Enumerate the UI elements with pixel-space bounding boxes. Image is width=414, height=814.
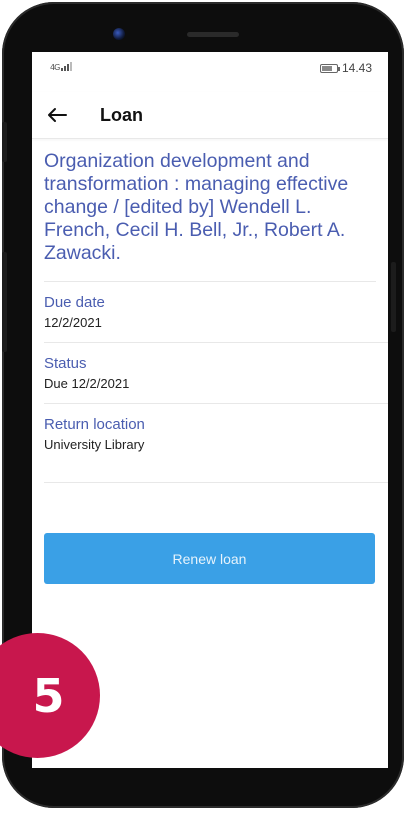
field-label: Status xyxy=(44,355,87,372)
earpiece-speaker xyxy=(187,32,239,37)
field-label: Due date xyxy=(44,294,105,311)
phone-side-button xyxy=(2,122,7,162)
status-right: 14.43 xyxy=(319,61,372,75)
back-button[interactable] xyxy=(40,98,74,132)
step-number: 5 xyxy=(32,668,65,723)
loan-details: Organization development and transformat… xyxy=(32,140,388,483)
status-bar: 4G 14.43 xyxy=(32,52,388,82)
page-title: Loan xyxy=(100,105,143,125)
field-value: 12/2/2021 xyxy=(44,315,102,330)
field-label: Return location xyxy=(44,416,145,433)
field-return-location: Return location University Library xyxy=(44,404,388,483)
field-due-date: Due date 12/2/2021 xyxy=(44,282,388,343)
front-camera xyxy=(113,28,125,40)
field-value: Due 12/2/2021 xyxy=(44,376,130,391)
phone-side-button xyxy=(2,252,7,352)
book-title: Organization development and transformat… xyxy=(44,150,376,282)
battery-icon xyxy=(319,63,340,73)
app-bar: Loan xyxy=(32,92,388,139)
stage: 4G 14.43 Loan Organization development a… xyxy=(0,0,414,814)
arrow-left-icon xyxy=(48,108,67,122)
phone-side-button xyxy=(391,262,396,332)
renew-loan-button[interactable]: Renew loan xyxy=(44,533,375,584)
status-time: 14.43 xyxy=(341,61,372,75)
signal-icon: 4G xyxy=(50,62,73,72)
field-status: Status Due 12/2/2021 xyxy=(44,343,388,404)
field-value: University Library xyxy=(44,437,145,452)
signal-label: 4G xyxy=(50,63,60,72)
